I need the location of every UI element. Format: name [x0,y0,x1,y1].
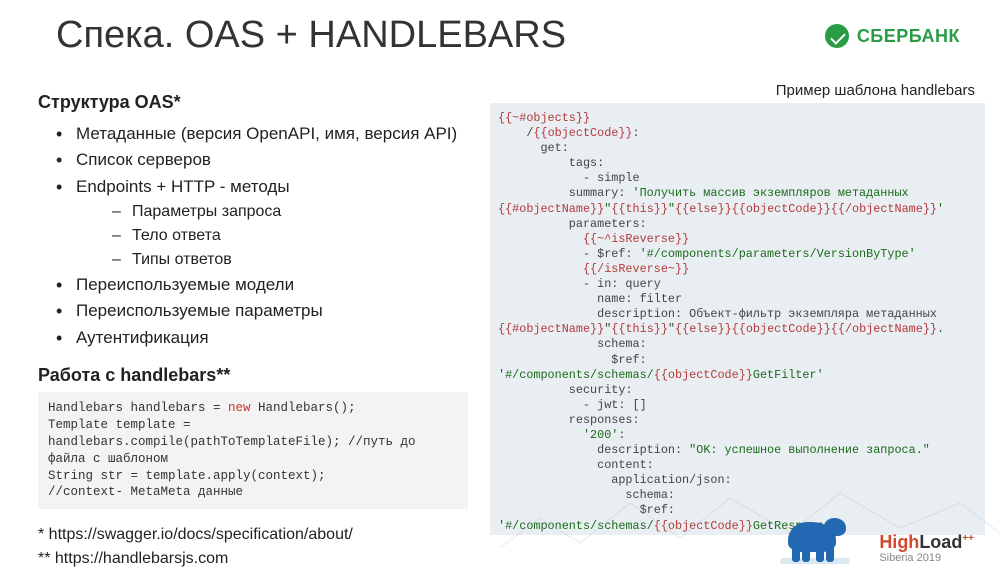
handlebars-heading: Работа с handlebars** [38,365,468,386]
example-code: {{~#objects}} /{{objectCode}}: get: tags… [490,103,985,535]
highload-subtitle: Siberia 2019 [879,553,974,564]
highload-high: High [879,532,919,552]
bear-icon [780,516,850,564]
example-heading: Пример шаблона handlebars [490,82,985,99]
oas-item: Endpoints + HTTP - методыПараметры запро… [46,174,468,272]
oas-subitem: Типы ответов [112,248,468,272]
sberbank-icon [825,24,849,48]
oas-item: Переиспользуемые параметры [46,298,468,324]
brand-logo: СБЕРБАНК [825,24,960,48]
footnote-1: * https://swagger.io/docs/specification/… [38,523,468,546]
oas-subitem: Тело ответа [112,224,468,248]
oas-list: Метаданные (версия OpenAPI, имя, версия … [38,121,468,351]
slide-title: Спека. OAS + HANDLEBARS [56,14,566,57]
footnotes: * https://swagger.io/docs/specification/… [38,523,468,569]
highload-load: Load [919,532,962,552]
oas-item: Переиспользуемые модели [46,272,468,298]
left-column: Структура OAS* Метаданные (версия OpenAP… [38,92,468,570]
footnote-2: ** https://handlebarsjs.com [38,547,468,570]
oas-item: Аутентификация [46,325,468,351]
oas-heading: Структура OAS* [38,92,468,113]
oas-item: Список серверов [46,147,468,173]
right-column: Пример шаблона handlebars {{~#objects}} … [490,82,985,532]
oas-subitem: Параметры запроса [112,200,468,224]
highload-logo: HighLoad++ Siberia 2019 [879,533,974,564]
highload-line1: HighLoad++ [879,533,974,551]
oas-item: Метаданные (версия OpenAPI, имя, версия … [46,121,468,147]
handlebars-code: Handlebars handlebars = new Handlebars()… [38,392,468,509]
highload-plus: ++ [962,533,974,544]
brand-name: СБЕРБАНК [857,26,960,47]
